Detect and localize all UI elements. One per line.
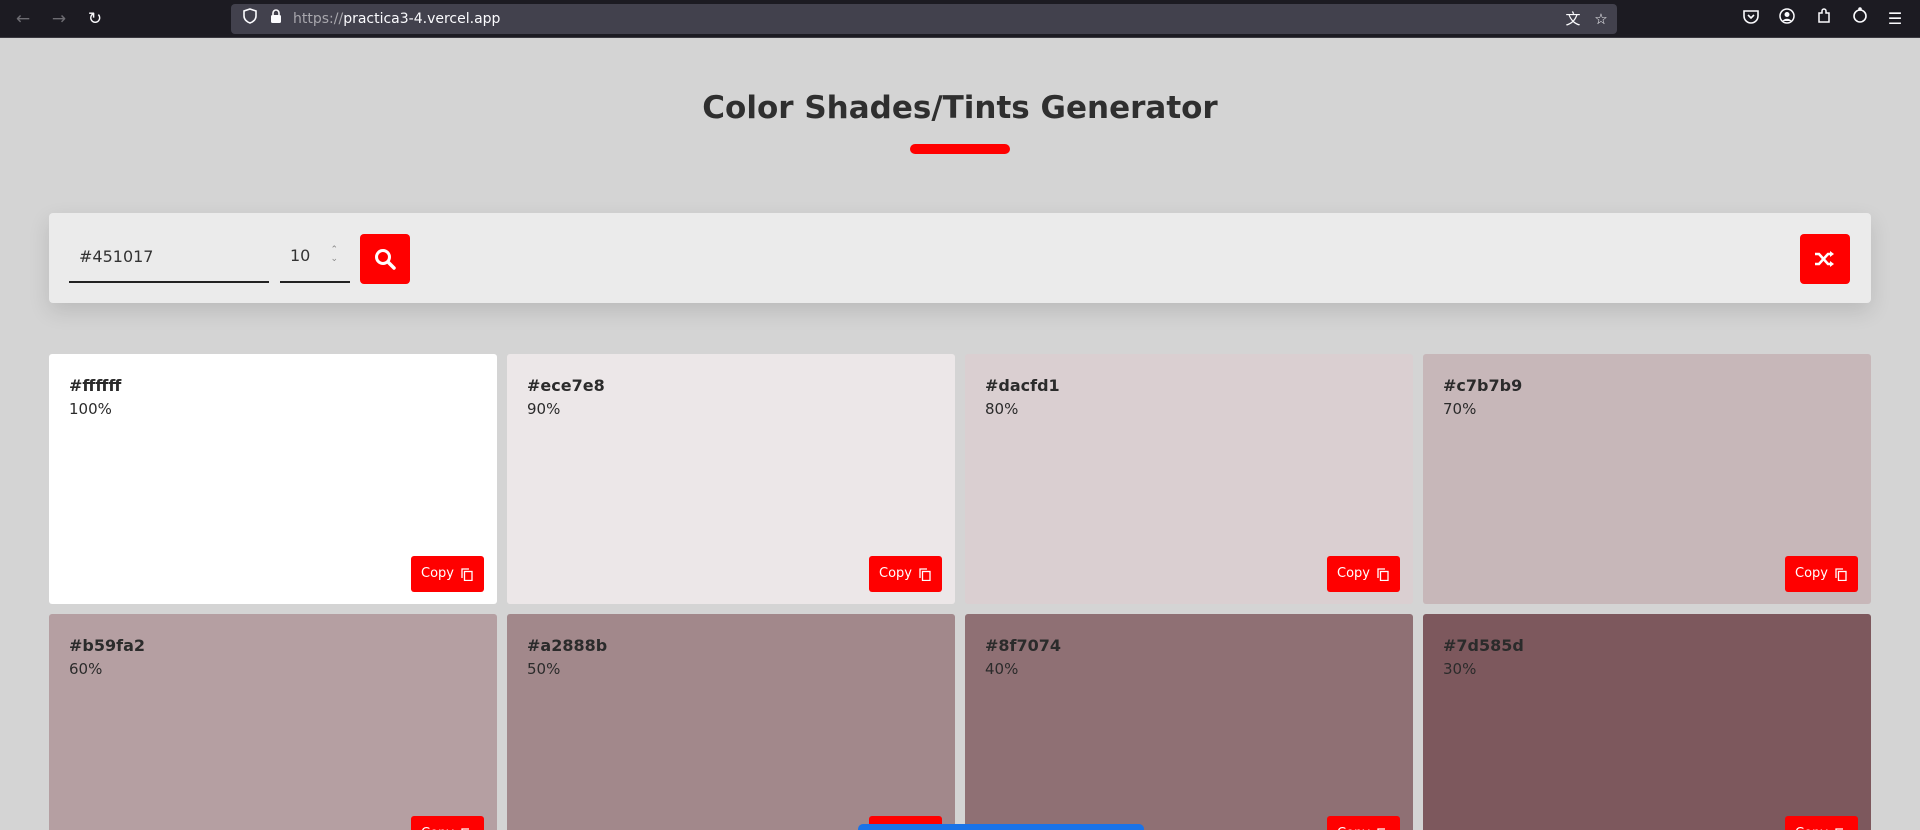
color-percent: 90% [527,400,561,418]
title-underline [910,144,1010,154]
copy-button[interactable]: Copy [411,556,484,592]
shade-count-value: 10 [290,246,311,265]
forward-arrow-icon[interactable]: → [45,5,73,33]
color-card[interactable]: #c7b7b9 70% Copy [1423,354,1871,604]
url-scheme: https:// [293,11,344,27]
search-icon [375,249,396,270]
control-panel: 10 ⌃⌄ [49,213,1871,303]
copy-button[interactable]: Copy [1327,816,1400,830]
color-percent: 40% [985,660,1019,678]
copy-button[interactable]: Copy [869,556,942,592]
color-card[interactable]: #ece7e8 90% Copy [507,354,955,604]
color-hex: #a2888b [527,636,608,655]
copy-icon [919,568,931,581]
address-bar[interactable]: https://practica3-4.vercel.app 文 ☆ [231,4,1617,34]
copy-label: Copy [1795,826,1828,830]
color-card[interactable]: #ffffff 100% Copy [49,354,497,604]
menu-icon[interactable]: ☰ [1881,5,1909,33]
color-percent: 30% [1443,660,1477,678]
color-percent: 60% [69,660,103,678]
copy-button[interactable]: Copy [1785,816,1858,830]
color-percent: 80% [985,400,1019,418]
color-hex: #b59fa2 [69,636,146,655]
color-hex: #c7b7b9 [1443,376,1523,395]
color-percent: 70% [1443,400,1477,418]
color-card[interactable]: #7d585d 30% Copy [1423,614,1871,830]
color-card[interactable]: #a2888b 50% Copy [507,614,955,830]
shuffle-icon [1815,251,1834,267]
browser-toolbar: ← → ↻ https://practica3-4.vercel.app 文 ☆… [0,0,1920,38]
color-hex: #ece7e8 [527,376,605,395]
copy-icon [1377,568,1389,581]
copy-button[interactable]: Copy [1785,556,1858,592]
shade-count-input[interactable]: 10 ⌃ ⌄ [280,231,350,283]
copy-label: Copy [421,826,454,830]
copy-label: Copy [879,566,912,581]
color-card[interactable]: #dacfd1 80% Copy [965,354,1413,604]
stepper-arrows-icon[interactable]: ⌃ ⌄ [330,246,338,264]
copy-label: Copy [421,566,454,581]
color-card[interactable]: #8f7074 40% Copy [965,614,1413,830]
back-arrow-icon[interactable]: ← [9,5,37,33]
pocket-icon[interactable] [1737,5,1765,33]
copy-label: Copy [1337,826,1370,830]
accessibility-icon[interactable] [1846,5,1874,33]
copy-label: Copy [1795,566,1828,581]
copy-icon [1835,568,1847,581]
color-percent: 100% [69,400,112,418]
search-button[interactable] [360,234,410,284]
url-host: practica3-4.vercel.app [343,11,501,27]
copy-label: Copy [1337,566,1370,581]
reload-icon[interactable]: ↻ [81,5,109,33]
color-hex: #ffffff [69,376,122,395]
color-hex: #7d585d [1443,636,1524,655]
color-card[interactable]: #b59fa2 60% Copy [49,614,497,830]
copied-notification-bar [858,824,1144,830]
random-color-button[interactable] [1800,234,1850,284]
color-hex: #dacfd1 [985,376,1060,395]
extensions-icon[interactable] [1810,5,1838,33]
color-percent: 50% [527,660,561,678]
translate-icon[interactable]: 文 [1562,4,1584,34]
copy-button[interactable]: Copy [411,816,484,830]
lock-icon[interactable] [265,4,287,34]
page-title: Color Shades/Tints Generator [702,90,1218,126]
shield-icon[interactable] [239,4,261,34]
copy-button[interactable]: Copy [1327,556,1400,592]
url-text[interactable]: https://practica3-4.vercel.app [293,4,500,34]
bookmark-star-icon[interactable]: ☆ [1590,4,1612,34]
account-icon[interactable] [1773,5,1801,33]
copy-icon [461,568,473,581]
hex-color-input[interactable] [69,231,269,283]
color-hex: #8f7074 [985,636,1062,655]
